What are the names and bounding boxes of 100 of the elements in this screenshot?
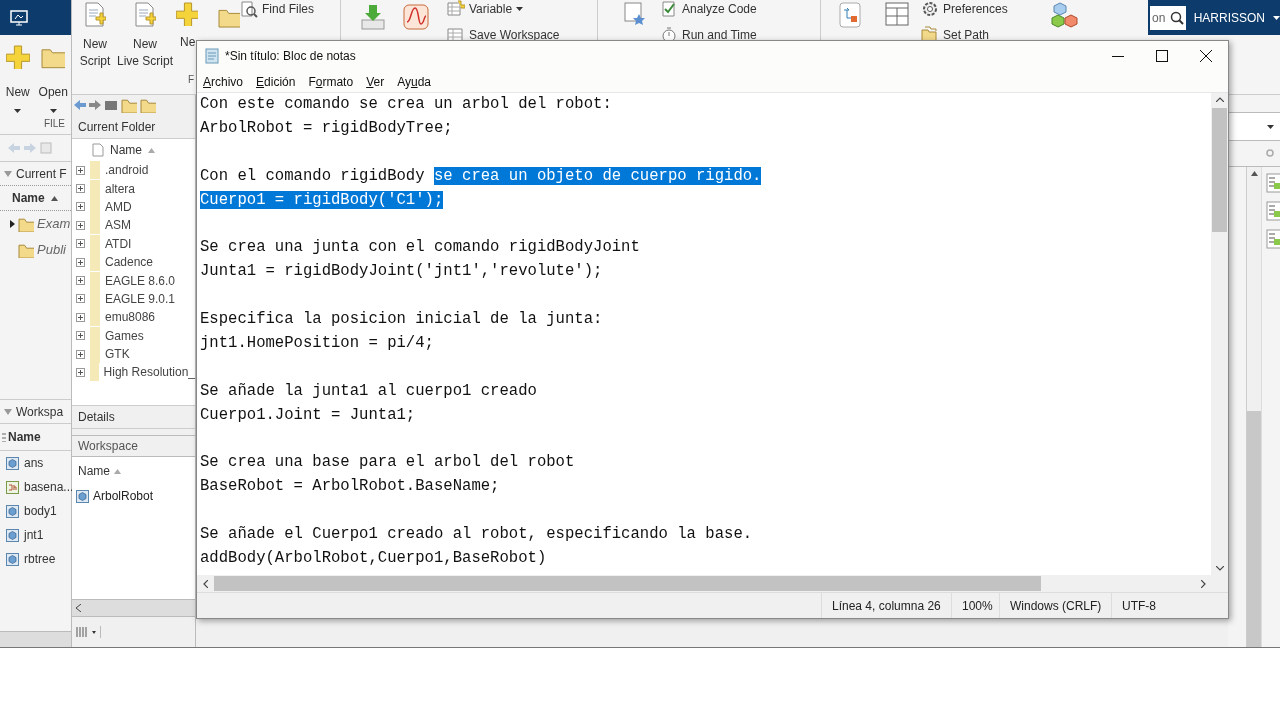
toolbar-button[interactable]: Run and Time: [660, 26, 820, 44]
expand-icon: [76, 220, 85, 230]
vertical-scrollbar[interactable]: [1211, 93, 1228, 575]
expand-icon: [76, 349, 85, 359]
layout-button[interactable]: [76, 626, 101, 638]
toolbar-button[interactable]: Set Path: [921, 26, 1051, 44]
new-script-button[interactable]: New Script: [74, 2, 116, 94]
columns-icon: [76, 626, 90, 638]
menu-item[interactable]: Ayuda: [397, 72, 431, 91]
toolbar-button[interactable]: Find Files: [240, 0, 340, 18]
variable-row[interactable]: body1: [0, 499, 71, 523]
cube-icon: [6, 456, 19, 470]
column-header[interactable]: Name: [12, 189, 45, 207]
scroll-up-icon: [1250, 171, 1258, 176]
new-button[interactable]: Ne: [176, 2, 198, 74]
notepad-icon: [205, 48, 219, 64]
folder-row[interactable]: Exam: [0, 211, 71, 237]
text-line: Se crea una junta con el comando rigidBodyJoint: [200, 237, 640, 259]
caret-icon: [92, 630, 96, 634]
folder-row[interactable]: altera: [72, 179, 195, 198]
variable-row[interactable]: ans: [0, 451, 71, 475]
folder-row[interactable]: High Resolution_: [72, 363, 195, 382]
forward-arrow-icon: [89, 99, 101, 111]
user-menu[interactable]: HARRISSON: [1193, 8, 1265, 27]
column-header[interactable]: Name: [78, 462, 110, 480]
cube-icon: [6, 552, 19, 566]
collapse-icon: [4, 408, 12, 415]
scrollbar-thumb[interactable]: [214, 576, 1041, 591]
caret-icon: [14, 109, 22, 113]
folder-row[interactable]: Games: [72, 326, 195, 345]
variable-row[interactable]: rbtree: [0, 547, 71, 571]
plot-icon: [403, 4, 429, 30]
cube-icon: [76, 489, 89, 503]
column-header[interactable]: Name: [110, 141, 142, 159]
folder-icon: [18, 216, 34, 232]
folder-row[interactable]: EAGLE 8.6.0: [72, 271, 195, 290]
search-field[interactable]: on: [1150, 5, 1186, 30]
text-line: Especifica la posicion inicial de la junta:: [200, 309, 603, 330]
text-line: Cuerpo1.Joint = Junta1;: [200, 404, 416, 426]
sort-icon: [148, 147, 155, 153]
horizontal-scrollbar[interactable]: [197, 575, 1228, 592]
file-icon: [92, 143, 104, 157]
status-text: UTF-8: [1122, 597, 1156, 615]
scrollbar-thumb[interactable]: [1247, 411, 1261, 647]
expand-icon: [76, 312, 85, 322]
scrollbar-thumb[interactable]: [1212, 108, 1227, 232]
variable-row[interactable]: basena...: [0, 475, 71, 499]
folder-row[interactable]: Cadence: [72, 252, 195, 272]
folder-row[interactable]: ATDI: [72, 234, 195, 253]
expand-icon: [76, 276, 85, 286]
download-icon: [361, 4, 385, 30]
scroll-down-icon: [1215, 566, 1224, 571]
panel-title: Current F: [16, 165, 67, 183]
back-arrow-icon: [8, 142, 20, 154]
new-script-button[interactable]: New Live Script: [116, 2, 174, 94]
plus-icon: [5, 45, 30, 69]
folder-row[interactable]: .android: [72, 161, 195, 180]
new-button[interactable]: New: [0, 45, 36, 113]
folder-row[interactable]: AMD: [72, 197, 195, 217]
search-icon: [1169, 10, 1184, 25]
toolbar-button[interactable]: Variable: [447, 0, 597, 18]
scrollbar[interactable]: [0, 631, 71, 647]
menu-item[interactable]: Formato: [308, 72, 354, 91]
folder-row[interactable]: GTK: [72, 344, 195, 364]
toolstrip-tab[interactable]: [0, 0, 71, 35]
expand-icon: [76, 165, 85, 175]
variable-row[interactable]: jnt1: [0, 523, 71, 547]
window-title: *Sin título: Bloc de notas: [225, 48, 356, 65]
column-header[interactable]: Name: [8, 428, 41, 446]
folder-icon: [18, 242, 34, 258]
cube-icon: [6, 504, 19, 518]
folder-row[interactable]: Publi: [0, 237, 71, 263]
toolbar-button[interactable]: Analyze Code: [660, 0, 820, 18]
menu-item[interactable]: Archivo: [203, 72, 244, 91]
expand-icon: [76, 368, 85, 377]
open-button[interactable]: Open: [35, 45, 71, 113]
folder-row[interactable]: EAGLE 9.0.1: [72, 289, 195, 309]
folder-row[interactable]: ASM: [72, 216, 195, 235]
folder-row[interactable]: emu8086: [72, 308, 195, 327]
caret-icon: [49, 109, 57, 113]
section-label: F: [187, 74, 196, 86]
char-array-icon: [6, 480, 19, 494]
menu-item[interactable]: Ver: [366, 72, 385, 91]
panel-title: Current Folder: [72, 115, 195, 139]
toolbar-button[interactable]: Preferences: [921, 0, 1051, 18]
menu-item[interactable]: Edición: [256, 72, 296, 91]
text-line: jnt1.HomePosition = pi/4;: [200, 332, 434, 354]
scrollbar[interactable]: [72, 599, 195, 617]
scroll-right-icon: [1201, 579, 1206, 588]
expand-icon: [76, 331, 85, 341]
variable-row[interactable]: ArbolRobot: [72, 485, 195, 507]
expand-icon: [76, 239, 85, 249]
grip-icon: [2, 432, 6, 442]
scroll-left-icon: [76, 604, 81, 612]
caret-icon: [516, 7, 524, 11]
status-text: Windows (CRLF): [1010, 597, 1102, 615]
forward-arrow-icon: [24, 142, 36, 154]
status-text: 100%: [962, 597, 993, 615]
sort-icon: [50, 195, 58, 201]
monitor-icon: [10, 9, 28, 26]
